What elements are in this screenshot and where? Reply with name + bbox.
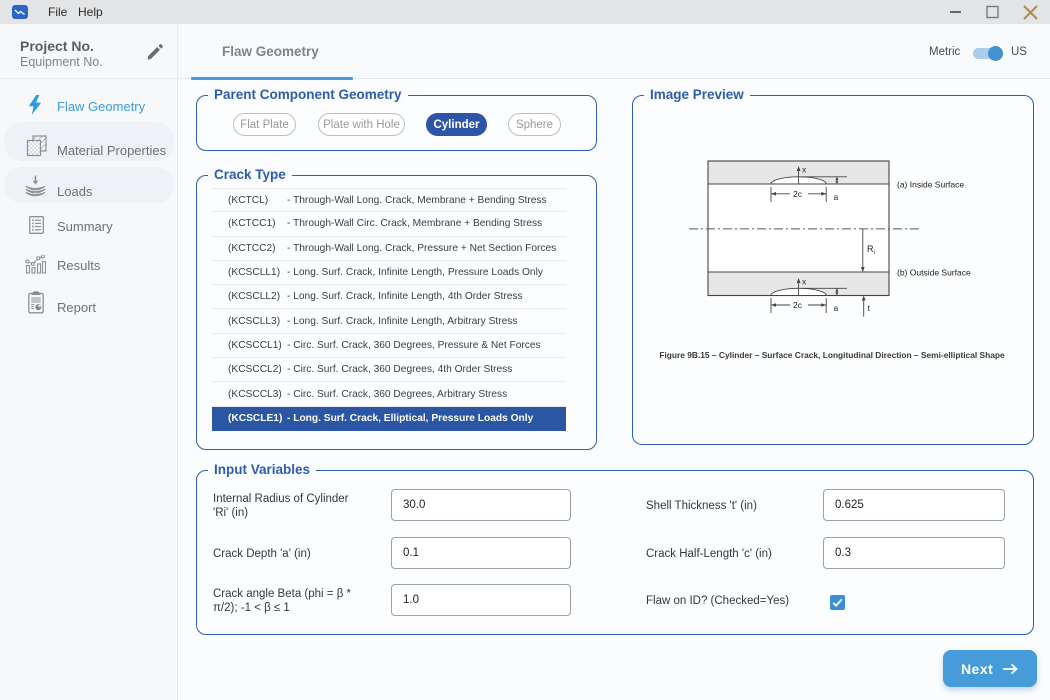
svg-text:t: t [868, 303, 871, 313]
svg-text:a: a [834, 303, 839, 313]
svg-text:(a) Inside Surface: (a) Inside Surface [897, 180, 964, 190]
svg-text:2c: 2c [793, 189, 803, 199]
svg-text:a: a [834, 192, 839, 202]
svg-text:2c: 2c [793, 300, 803, 310]
svg-text:Figure 9B.15 – Cylinder – Surf: Figure 9B.15 – Cylinder – Surface Crack,… [659, 350, 1005, 360]
svg-text:(b) Outside Surface: (b) Outside Surface [897, 268, 971, 278]
